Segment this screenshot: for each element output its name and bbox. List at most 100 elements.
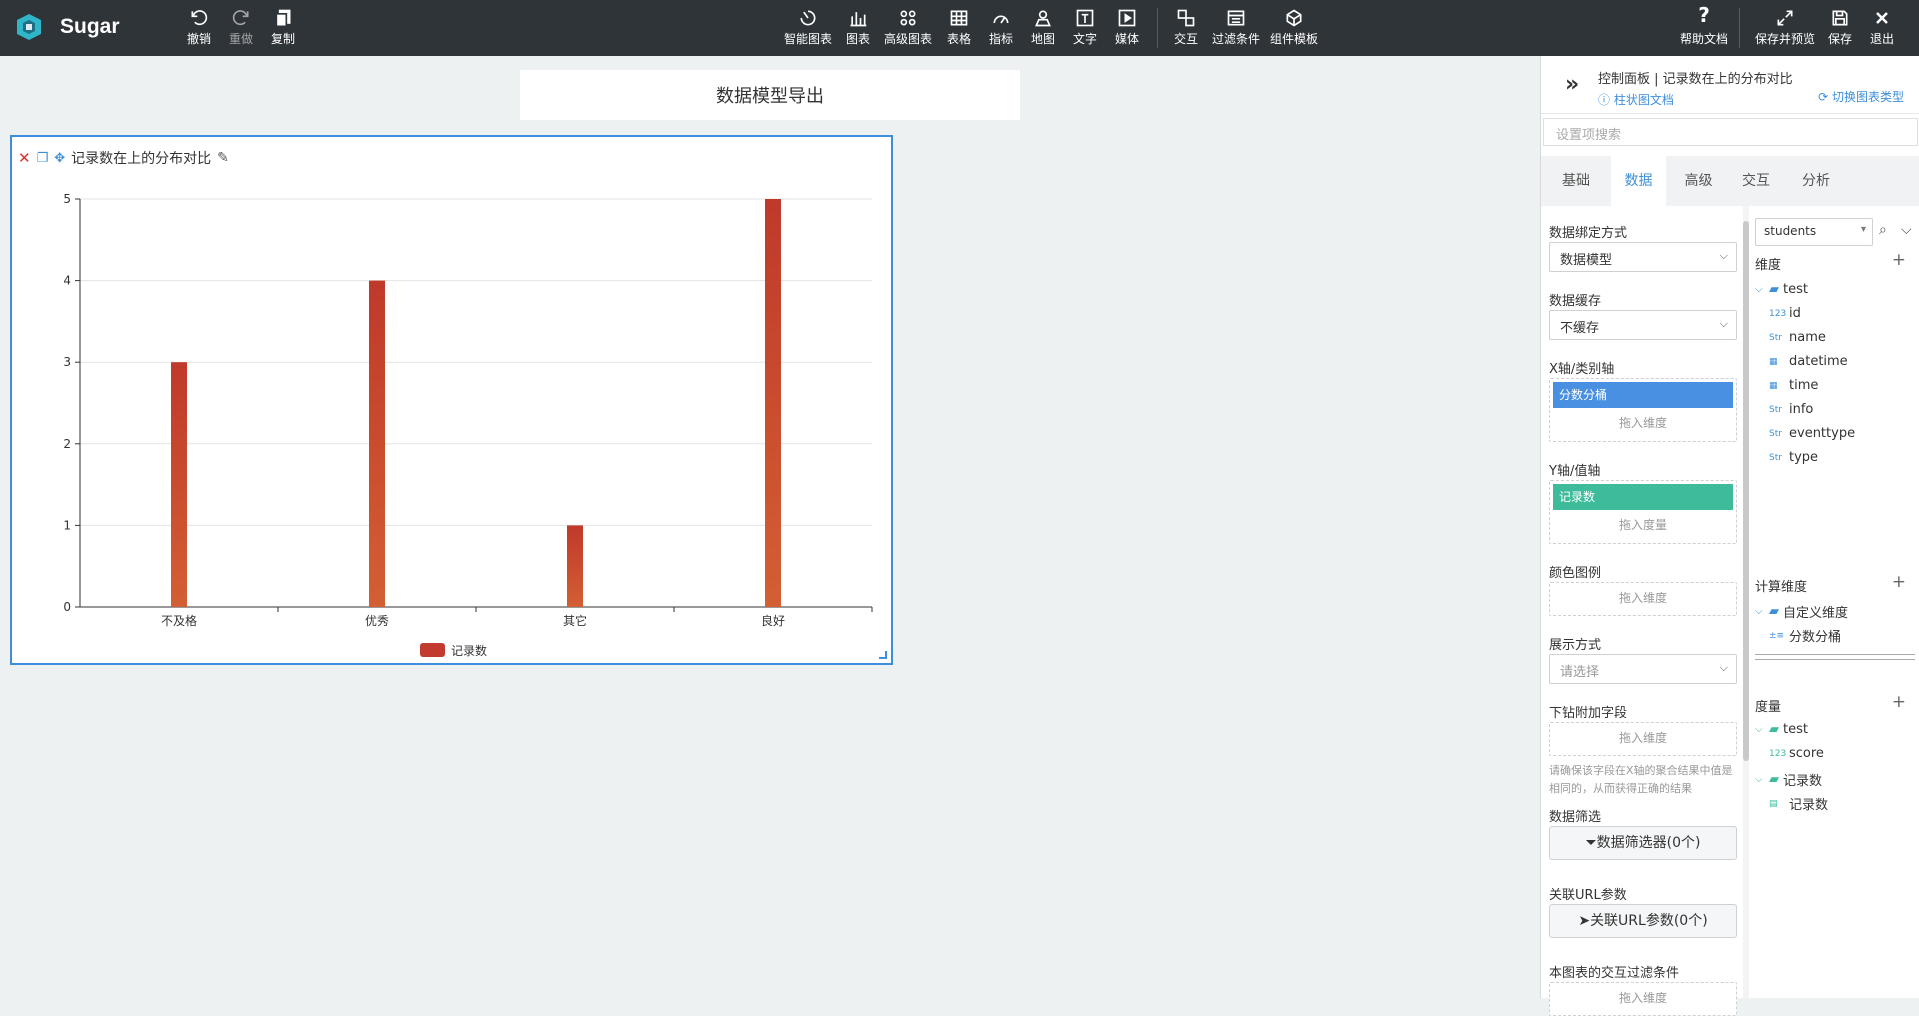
toolbar-divider <box>1157 8 1158 48</box>
interaction-button[interactable]: 交互 <box>1174 8 1198 46</box>
dimension-field[interactable]: Str type <box>1769 450 1818 465</box>
dimension-field-name: info <box>1789 402 1814 417</box>
color-legend-dropzone[interactable]: 拖入维度 <box>1549 582 1737 616</box>
calc-dimension-folder[interactable]: ⌵ ▰ 自定义维度 <box>1755 602 1848 621</box>
table-button[interactable]: 表格 <box>947 8 971 46</box>
media-label: 媒体 <box>1115 32 1140 46</box>
y-axis-pill[interactable]: 记录数 <box>1553 484 1733 510</box>
y-axis-dropzone[interactable]: 记录数 拖入度量 <box>1549 480 1737 544</box>
save-label: 保存 <box>1828 32 1853 46</box>
settings-search-input[interactable]: 设置项搜索 <box>1543 118 1918 146</box>
dataset-select[interactable]: students ▾ <box>1755 218 1873 246</box>
component-template-button[interactable]: 组件模板 <box>1270 8 1318 46</box>
switch-chart-type-link[interactable]: ⟳ 切换图表类型 <box>1818 88 1904 105</box>
media-button[interactable]: 媒体 <box>1115 8 1139 46</box>
bar <box>765 199 781 607</box>
smart-chart-icon <box>784 8 832 30</box>
dataset-value: students <box>1764 224 1817 238</box>
advanced-chart-button[interactable]: 高级图表 <box>884 8 932 46</box>
tab-interaction[interactable]: 交互 <box>1726 156 1786 206</box>
duplicate-icon[interactable]: ❐ <box>37 151 49 166</box>
filter-condition-button[interactable]: 过滤条件 <box>1212 8 1260 46</box>
save-button[interactable]: 保存 <box>1828 8 1852 46</box>
page-title-box[interactable]: 数据模型导出 <box>520 70 1020 120</box>
drill-field-dropzone[interactable]: 拖入维度 <box>1549 722 1737 756</box>
dimension-field[interactable]: ▦ time <box>1769 378 1818 393</box>
help-doc-label: 帮助文档 <box>1680 32 1729 46</box>
x-tick-label: 优秀 <box>365 614 389 628</box>
media-play-icon <box>1115 8 1139 30</box>
add-dimension-icon[interactable]: + <box>1892 250 1906 270</box>
collapse-chevron-icon[interactable]: » <box>1565 72 1579 97</box>
add-measure-icon[interactable]: + <box>1892 692 1906 712</box>
bind-mode-label: 数据绑定方式 <box>1549 226 1628 241</box>
tab-data[interactable]: 数据 <box>1611 156 1666 206</box>
exit-button[interactable]: 退出 <box>1870 8 1894 46</box>
record-count-folder[interactable]: ⌵ ▰ 记录数 <box>1755 770 1822 789</box>
component-template-label: 组件模板 <box>1270 32 1319 46</box>
measure-folder[interactable]: ⌵ ▰ test <box>1755 722 1808 737</box>
smart-chart-button[interactable]: 智能图表 <box>784 8 832 46</box>
chart-card[interactable]: 0 1 2 3 4 5 不及格 优秀 其它 良好 记录数 ✕ ❐ ✥ 记录数在上的分布对比 ✎ <box>10 135 893 665</box>
edit-pencil-icon[interactable]: ✎ <box>217 150 229 166</box>
copy-button[interactable]: 复制 <box>271 8 295 46</box>
color-legend-label: 颜色图例 <box>1549 566 1602 581</box>
record-count-field-name: 记录数 <box>1789 798 1829 813</box>
dimension-field[interactable]: Str name <box>1769 330 1826 345</box>
exit-label: 退出 <box>1870 32 1895 46</box>
date-type-icon: ▦ <box>1769 356 1778 367</box>
table-icon <box>947 8 971 30</box>
chart-doc-link[interactable]: ⓘ 柱状图文档 <box>1598 91 1674 108</box>
y-axis-label: Y轴/值轴 <box>1549 464 1601 479</box>
save-disk-icon <box>1828 8 1852 30</box>
save-preview-button[interactable]: 保存并预览 <box>1755 8 1815 46</box>
gauge-icon <box>989 8 1013 30</box>
advanced-chart-label: 高级图表 <box>884 32 933 46</box>
chart-doc-link-text: 柱状图文档 <box>1613 93 1674 107</box>
dimension-field[interactable]: Str info <box>1769 402 1813 417</box>
x-axis-dropzone[interactable]: 分数分桶 拖入维度 <box>1549 378 1737 442</box>
interaction-filter-dropzone[interactable]: 拖入维度 <box>1549 982 1737 1016</box>
add-calc-dimension-icon[interactable]: + <box>1892 572 1906 592</box>
display-mode-select[interactable]: 请选择 ⌵ <box>1549 654 1737 684</box>
calc-dimension-field[interactable]: ±≡ 分数分桶 <box>1769 626 1841 645</box>
help-doc-button[interactable]: ? 帮助文档 <box>1680 5 1729 46</box>
date-type-icon: ▦ <box>1769 380 1778 391</box>
metric-button[interactable]: 指标 <box>989 8 1013 46</box>
display-mode-placeholder: 请选择 <box>1560 665 1600 680</box>
dimension-field[interactable]: 123 id <box>1769 306 1801 321</box>
metric-label: 指标 <box>989 32 1014 46</box>
dimension-field[interactable]: ▦ datetime <box>1769 354 1848 369</box>
map-button[interactable]: 地图 <box>1031 8 1055 46</box>
text-button[interactable]: 文字 <box>1073 8 1097 46</box>
string-type-icon: Str <box>1769 404 1782 415</box>
dimension-folder[interactable]: ⌵ ▰ test <box>1755 282 1808 297</box>
cache-select[interactable]: 不缓存 ⌵ <box>1549 310 1737 340</box>
tab-analysis[interactable]: 分析 <box>1786 156 1846 206</box>
fullscreen-icon[interactable]: ✥ <box>54 151 65 166</box>
table-label: 表格 <box>947 32 972 46</box>
page-title: 数据模型导出 <box>716 86 824 107</box>
dimension-field[interactable]: Str eventtype <box>1769 426 1855 441</box>
smart-chart-label: 智能图表 <box>784 32 833 46</box>
delete-icon[interactable]: ✕ <box>18 149 31 167</box>
measure-field[interactable]: 123 score <box>1769 746 1824 761</box>
record-count-field[interactable]: ▤ 记录数 <box>1769 794 1828 813</box>
bar <box>567 525 583 607</box>
chevron-down-icon[interactable]: ⌵ <box>1901 222 1912 238</box>
url-param-button[interactable]: ➤关联URL参数(0个) <box>1549 904 1737 938</box>
section-resize-handle[interactable] <box>1755 654 1915 660</box>
search-icon[interactable]: ⌕ <box>1879 222 1887 238</box>
tab-advanced[interactable]: 高级 <box>1666 156 1731 206</box>
redo-button[interactable]: 重做 <box>229 8 253 46</box>
string-type-icon: Str <box>1769 428 1782 439</box>
drill-field-note: 请确保该字段在X轴的聚合结果中值是相同的，从而获得正确的结果 <box>1549 764 1733 795</box>
undo-button[interactable]: 撤销 <box>187 8 211 46</box>
data-filter-button[interactable]: ⏷数据筛选器(0个) <box>1549 826 1737 860</box>
bind-mode-select[interactable]: 数据模型 ⌵ <box>1549 242 1737 272</box>
tab-basic[interactable]: 基础 <box>1541 156 1611 206</box>
panel-tabs: 基础 数据 高级 交互 分析 <box>1541 156 1919 206</box>
chart-button[interactable]: 图表 <box>846 8 870 46</box>
resize-handle[interactable] <box>879 651 887 659</box>
x-axis-pill[interactable]: 分数分桶 <box>1553 382 1733 408</box>
